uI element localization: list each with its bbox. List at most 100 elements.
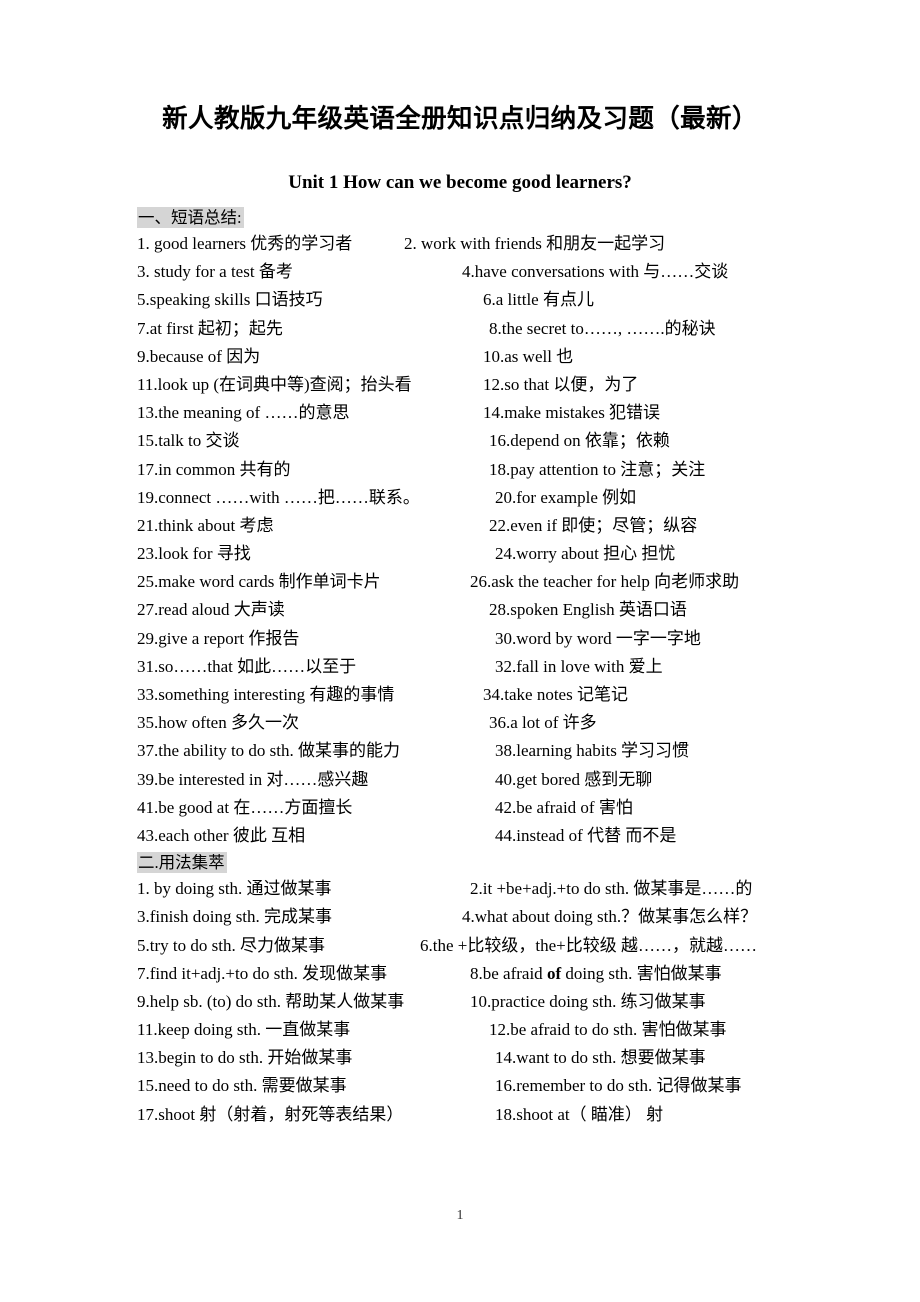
phrase-entry-left: 43.each other 彼此 互相 — [137, 825, 306, 845]
phrase-entry-right: 10.practice doing sth. 练习做某事 — [470, 991, 706, 1011]
phrase-entry-right: 40.get bored 感到无聊 — [495, 769, 653, 789]
phrase-entry-right: 20.for example 例如 — [495, 487, 637, 507]
phrase-row: 1. good learners 优秀的学习者 2. work with frie… — [137, 230, 837, 258]
phrase-entry-right: 4.have conversations with 与……交谈 — [462, 262, 729, 282]
phrase-entry-right: 6.the +比较级，the+比较级 越……，就越…… — [420, 935, 757, 955]
page-number: 1 — [456, 1208, 464, 1223]
phrase-entry-left: 25.make word cards 制作单词卡片 — [137, 572, 381, 592]
phrase-entry-right: 38.learning habits 学习习惯 — [495, 741, 690, 761]
phrase-row: 27.read aloud 大声读 28.spoken English 英语口语 — [137, 596, 837, 624]
phrase-row: 11.look up (在词典中等)查阅；抬头看 12.so that 以便，为了 — [137, 371, 837, 399]
phrase-entry-left: 33.something interesting 有趣的事情 — [137, 685, 395, 704]
phrase-row: 23.look for 寻找 24.worry about 担心 担忧 — [137, 540, 837, 568]
phrase-entry-right: 16.remember to do sth. 记得做某事 — [495, 1076, 742, 1096]
phrase-entry-right: 2. work with friends 和朋友一起学习 — [404, 234, 666, 253]
phrase-entry-left: 1. by doing sth. 通过做某事 — [137, 879, 332, 899]
phrase-entry-left: 27.read aloud 大声读 — [137, 600, 285, 620]
unit-heading: Unit 1 How can we become good learners? — [288, 172, 632, 193]
section-heading-text: 二.用法集萃 — [137, 852, 227, 874]
phrase-entry-left: 15.talk to 交谈 — [137, 431, 240, 451]
phrase-row: 9.help sb. (to) do sth. 帮助某人做某事 10.practi… — [137, 988, 837, 1016]
phrase-row: 13.the meaning of ……的意思 14.make mistakes … — [137, 399, 837, 427]
phrase-row: 7.find it+adj.+to do sth. 发现做某事 8.be afra… — [137, 960, 837, 988]
phrase-entry-right: 24.worry about 担心 担忧 — [495, 544, 676, 564]
page-title: 新人教版九年级英语全册知识点归纳及习题（最新） — [162, 104, 758, 133]
phrase-row: 25.make word cards 制作单词卡片 26.ask the teac… — [137, 568, 837, 596]
phrase-entry-right: 18.pay attention to 注意；关注 — [489, 459, 706, 479]
phrase-row: 33.something interesting 有趣的事情 34.take no… — [137, 681, 837, 709]
phrase-row: 15.talk to 交谈 16.depend on 依靠；依赖 — [137, 427, 837, 455]
phrase-entry-right: 18.shoot at（ 瞄准） 射 — [495, 1104, 664, 1124]
phrase-row: 37.the ability to do sth. 做某事的能力 38.learn… — [137, 737, 837, 765]
phrase-entry-right: 28.spoken English 英语口语 — [489, 600, 687, 620]
phrase-entry-left: 7.find it+adj.+to do sth. 发现做某事 — [137, 963, 388, 983]
document-page: 新人教版九年级英语全册知识点归纳及习题（最新） Unit 1 How can w… — [0, 0, 920, 1302]
phrase-entry-left: 13.begin to do sth. 开始做某事 — [137, 1048, 353, 1068]
phrase-entry-left: 3.finish doing sth. 完成某事 — [137, 907, 333, 927]
phrase-entry-right: 34.take notes 记笔记 — [483, 685, 628, 704]
phrase-row: 19.connect ……with ……把……联系。 20.for example… — [137, 484, 837, 512]
phrase-entry-left: 39.be interested in 对……感兴趣 — [137, 769, 369, 789]
phrase-entry-right: 12.so that 以便，为了 — [483, 374, 639, 394]
phrase-entry-right: 22.even if 即使；尽管；纵容 — [489, 515, 698, 535]
phrase-entry-right: 14.make mistakes 犯错误 — [483, 403, 661, 423]
phrase-row: 31.so……that 如此……以至于 32.fall in love with … — [137, 653, 837, 681]
phrase-entry-left: 11.look up (在词典中等)查阅；抬头看 — [137, 374, 412, 394]
phrase-entry-left: 31.so……that 如此……以至于 — [137, 656, 357, 676]
section-heading-text: 一、短语总结: — [137, 207, 244, 228]
phrase-row: 43.each other 彼此 互相 44.instead of 代替 而不是 — [137, 822, 837, 850]
phrase-entry-left: 3. study for a test 备考 — [137, 262, 293, 282]
phrase-row: 35.how often 多久一次 36.a lot of 许多 — [137, 709, 837, 737]
phrase-entry-left: 9.help sb. (to) do sth. 帮助某人做某事 — [137, 991, 405, 1011]
phrase-entry-right: 6.a little 有点儿 — [483, 290, 594, 310]
phrase-row: 21.think about 考虑 22.even if 即使；尽管；纵容 — [137, 512, 837, 540]
phrase-entry-right: 10.as well 也 — [483, 346, 574, 366]
phrase-row: 15.need to do sth. 需要做某事 16.remember to d… — [137, 1072, 837, 1100]
phrase-entry-right: 16.depend on 依靠；依赖 — [489, 431, 670, 451]
phrase-entry-left: 37.the ability to do sth. 做某事的能力 — [137, 741, 401, 761]
phrase-entry-left: 5.try to do sth. 尽力做某事 — [137, 935, 325, 955]
phrase-row: 41.be good at 在……方面擅长 42.be afraid of 害怕 — [137, 794, 837, 822]
phrase-entry-left: 41.be good at 在……方面擅长 — [137, 797, 353, 817]
phrase-row: 5.try to do sth. 尽力做某事 6.the +比较级，the+比较级… — [137, 932, 837, 960]
phrase-row: 17.in common 共有的 18.pay attention to 注意；关… — [137, 456, 837, 484]
phrase-entry-right: 44.instead of 代替 而不是 — [495, 825, 677, 845]
phrase-entry-right: 26.ask the teacher for help 向老师求助 — [470, 572, 740, 592]
section-heading: 二.用法集萃 — [137, 850, 837, 875]
phrase-entry-right: 30.word by word 一字一字地 — [495, 628, 701, 648]
phrase-entry-left: 9.because of 因为 — [137, 346, 261, 366]
phrase-entry-right: 8.the secret to……, …….的秘诀 — [489, 318, 716, 338]
phrase-entry-left: 19.connect ……with ……把……联系。 — [137, 487, 420, 507]
phrase-row: 1. by doing sth. 通过做某事 2.it +be+adj.+to d… — [137, 875, 837, 903]
phrase-row: 7.at first 起初；起先 8.the secret to……, …….的秘… — [137, 315, 837, 343]
phrase-entry-left: 1. good learners 优秀的学习者 — [137, 234, 353, 253]
phrase-entry-left: 35.how often 多久一次 — [137, 713, 299, 733]
phrase-entry-left: 13.the meaning of ……的意思 — [137, 403, 350, 423]
phrase-entry-left: 29.give a report 作报告 — [137, 628, 300, 648]
phrase-entry-right: 32.fall in love with 爱上 — [495, 656, 663, 676]
phrase-row: 5.speaking skills 口语技巧 6.a little 有点儿 — [137, 286, 837, 314]
phrase-entry-right: 8.be afraid of doing sth. 害怕做某事 — [470, 963, 722, 983]
phrase-entry-right: 12.be afraid to do sth. 害怕做某事 — [489, 1020, 727, 1040]
section-heading: 一、短语总结: — [137, 205, 837, 230]
phrase-row: 39.be interested in 对……感兴趣 40.get bored 感… — [137, 766, 837, 794]
phrase-entry-left: 5.speaking skills 口语技巧 — [137, 290, 323, 310]
phrase-entry-left: 7.at first 起初；起先 — [137, 318, 283, 338]
phrase-row: 3. study for a test 备考 4.have conversatio… — [137, 258, 837, 286]
phrase-entry-left: 21.think about 考虑 — [137, 515, 274, 535]
phrase-row: 17.shoot 射（射着，射死等表结果） 18.shoot at（ 瞄准） 射 — [137, 1101, 837, 1129]
phrase-entry-left: 11.keep doing sth. 一直做某事 — [137, 1020, 351, 1040]
phrase-entry-right: 2.it +be+adj.+to do sth. 做某事是……的 — [470, 879, 753, 899]
phrase-entry-right: 14.want to do sth. 想要做某事 — [495, 1048, 706, 1068]
phrase-row: 13.begin to do sth. 开始做某事 14.want to do s… — [137, 1044, 837, 1072]
phrase-row: 29.give a report 作报告 30.word by word 一字一字… — [137, 625, 837, 653]
phrase-entry-left: 17.shoot 射（射着，射死等表结果） — [137, 1104, 404, 1124]
phrase-row: 3.finish doing sth. 完成某事 4.what about doi… — [137, 903, 837, 931]
document-body: 一、短语总结: 1. good learners 优秀的学习者 2. work wi… — [137, 205, 837, 1129]
phrase-entry-left: 15.need to do sth. 需要做某事 — [137, 1076, 347, 1096]
phrase-entry-right: 36.a lot of 许多 — [489, 713, 597, 733]
phrase-entry-right: 42.be afraid of 害怕 — [495, 797, 633, 817]
phrase-entry-left: 17.in common 共有的 — [137, 459, 291, 479]
phrase-row: 9.because of 因为 10.as well 也 — [137, 343, 837, 371]
phrase-entry-left: 23.look for 寻找 — [137, 544, 251, 564]
